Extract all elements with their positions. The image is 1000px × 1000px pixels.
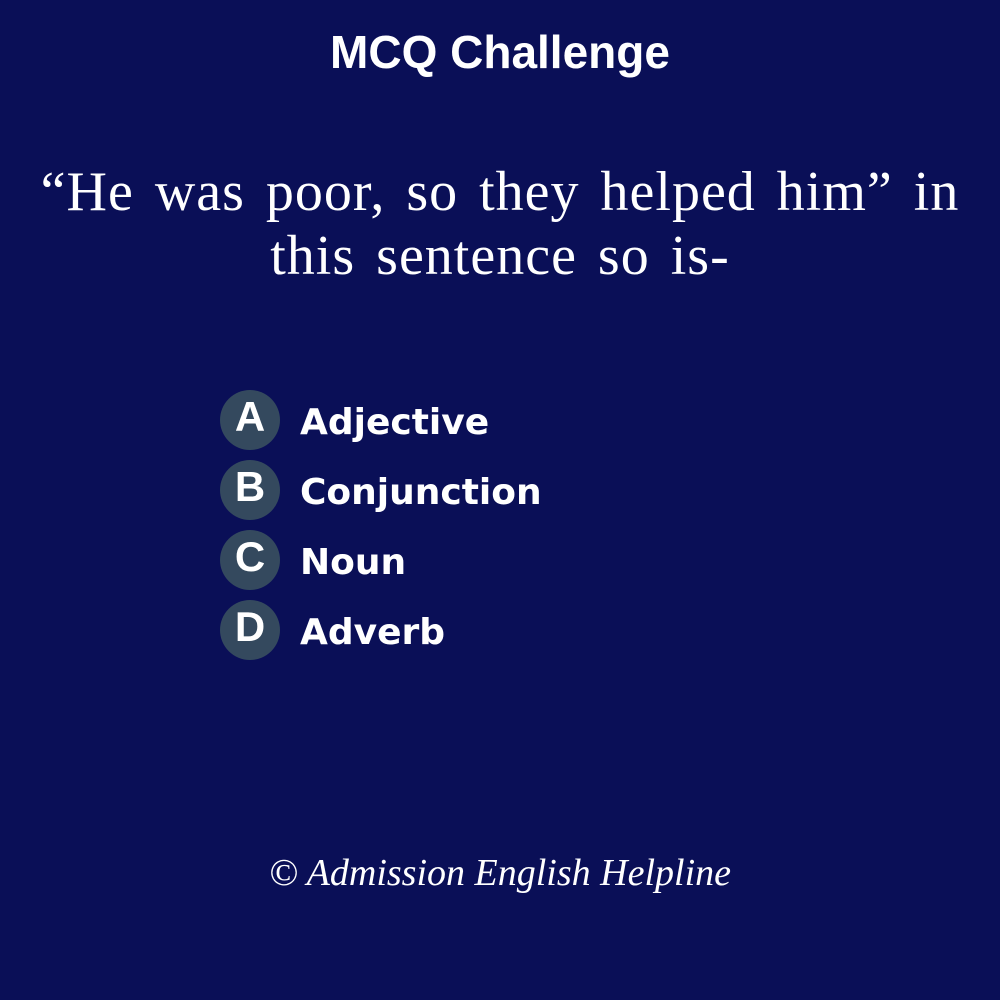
copyright-footer: © Admission English Helpline	[269, 852, 731, 894]
option-a-label: Adjective	[300, 402, 490, 443]
option-d-label: Adverb	[300, 612, 446, 653]
option-b-label: Conjunction	[300, 472, 542, 513]
option-c-badge: C	[220, 530, 280, 590]
option-a-badge: A	[220, 390, 280, 450]
question-line-1: “He was poor, so they helped him” in	[40, 161, 960, 223]
question-text: “He was poor, so they helped him” in thi…	[0, 160, 1000, 288]
options-list: A Adjective B Conjunction C Noun D Adver…	[220, 390, 720, 670]
question-line-2: this sentence so is-	[270, 225, 730, 287]
option-d-badge: D	[220, 600, 280, 660]
option-b-badge: B	[220, 460, 280, 520]
option-c[interactable]: C Noun	[220, 530, 720, 590]
option-a[interactable]: A Adjective	[220, 390, 720, 450]
option-c-label: Noun	[300, 542, 407, 583]
option-b[interactable]: B Conjunction	[220, 460, 720, 520]
option-d[interactable]: D Adverb	[220, 600, 720, 660]
page-title: MCQ Challenge	[330, 26, 670, 78]
